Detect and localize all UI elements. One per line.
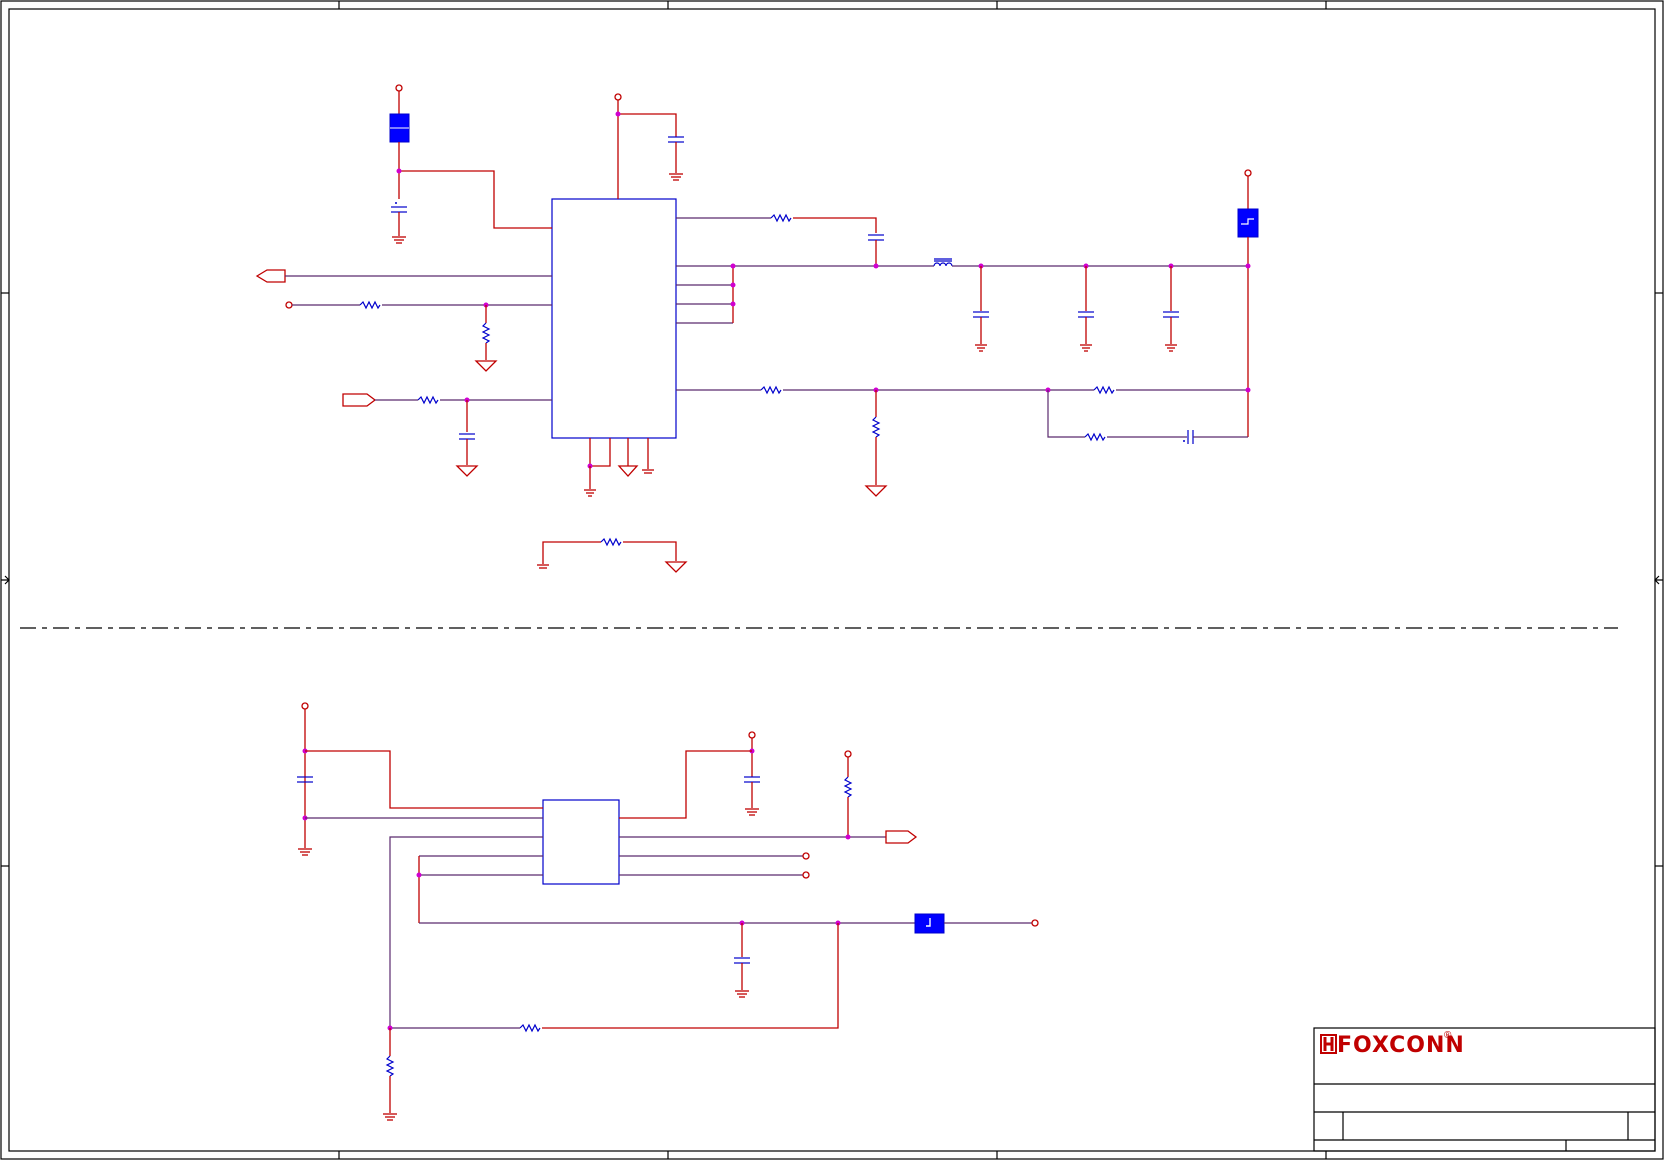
resistor-r3 — [417, 395, 439, 405]
offpage-connector-right — [885, 830, 918, 844]
schematic-sheet: FOXCONN ® — [0, 0, 1664, 1160]
ground-r9 — [664, 561, 688, 573]
capacitor-c2 — [668, 136, 684, 181]
capacitor-c4 — [868, 234, 884, 266]
capacitor-c7 — [1163, 263, 1179, 352]
resistor-r4 — [770, 213, 792, 223]
capacitor-c5 — [973, 263, 989, 352]
registered-mark: ® — [1444, 1030, 1452, 1041]
ground-r2 — [474, 360, 498, 372]
resistor-r5 — [760, 385, 782, 395]
resistor-r10 — [843, 776, 853, 798]
power-port-pullup — [844, 750, 852, 758]
resistor-r9 — [600, 537, 622, 547]
resistor-r11 — [519, 1023, 541, 1033]
port-out-2 — [802, 871, 810, 879]
port-out-1 — [802, 852, 810, 860]
resistor-r12 — [385, 1055, 395, 1077]
resistor-r2 — [481, 322, 491, 344]
regulator-ic-top — [551, 198, 677, 439]
power-port-output — [1244, 169, 1252, 177]
regulator-ic-bottom — [542, 799, 620, 885]
capacitor-c10 — [744, 776, 760, 816]
ground-ic-pin — [617, 465, 639, 477]
power-port-right-bottom — [748, 731, 756, 739]
bottom-circuit — [297, 702, 1039, 1121]
resistor-r6 — [1093, 385, 1115, 395]
offpage-connector-left-1 — [255, 269, 286, 283]
ground-r7 — [864, 485, 888, 497]
capacitor-c1 — [391, 202, 407, 244]
resistor-r1 — [359, 300, 381, 310]
capacitor-c3 — [455, 433, 479, 477]
capacitor-c11 — [734, 923, 750, 998]
resistor-r8 — [1084, 432, 1106, 442]
power-port-vin-bottom — [301, 702, 309, 710]
inductor-l1 — [933, 262, 953, 267]
resistor-r7 — [871, 416, 881, 438]
top-circuit — [255, 84, 1259, 573]
power-port-vin-top — [614, 93, 622, 101]
foxconn-h-logo-icon — [1320, 1034, 1337, 1054]
sheet-frame — [0, 0, 1664, 1160]
company-logo: FOXCONN ® — [1320, 1030, 1464, 1058]
power-port-left — [395, 84, 403, 92]
capacitor-c6 — [1078, 263, 1094, 352]
port-left-2 — [285, 301, 293, 309]
port-out-3 — [1031, 919, 1039, 927]
offpage-connector-left-3 — [342, 393, 377, 407]
